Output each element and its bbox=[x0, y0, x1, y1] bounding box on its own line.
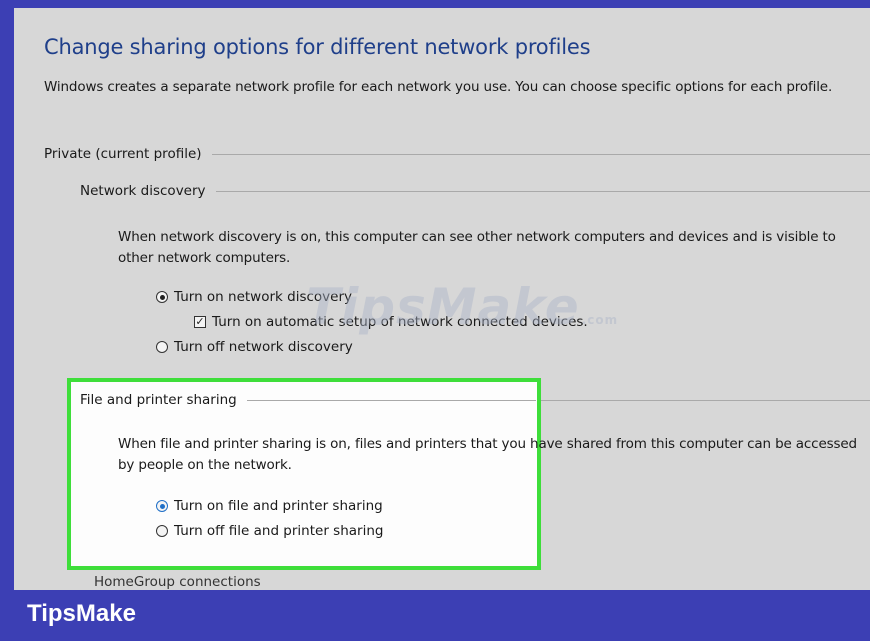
radio-unselected-icon bbox=[156, 525, 168, 537]
turn-off-network-discovery-radio[interactable]: Turn off network discovery bbox=[156, 337, 353, 357]
turn-on-network-discovery-radio[interactable]: Turn on network discovery bbox=[156, 287, 352, 307]
file-printer-sharing-label: File and printer sharing bbox=[80, 392, 237, 408]
radio-label: Turn on file and printer sharing bbox=[174, 498, 383, 514]
sharing-settings-panel: Change sharing options for different net… bbox=[14, 8, 870, 590]
checkbox-checked-icon: ✓ bbox=[194, 315, 206, 328]
homegroup-section-label: HomeGroup connections bbox=[94, 574, 261, 590]
radio-selected-icon bbox=[156, 291, 168, 303]
file-sharing-rule-continuation bbox=[541, 390, 870, 410]
file-printer-sharing-description: When file and printer sharing is on, fil… bbox=[118, 436, 857, 473]
turn-on-file-printer-sharing-radio[interactable]: Turn on file and printer sharing bbox=[156, 496, 383, 516]
checkbox-label: Turn on automatic setup of network conne… bbox=[212, 314, 588, 330]
radio-unselected-icon bbox=[156, 341, 168, 353]
radio-selected-icon bbox=[156, 500, 168, 512]
radio-label: Turn off file and printer sharing bbox=[174, 523, 384, 539]
network-discovery-description: When network discovery is on, this compu… bbox=[118, 229, 836, 266]
turn-off-file-printer-sharing-radio[interactable]: Turn off file and printer sharing bbox=[156, 521, 383, 541]
page-description: Windows creates a separate network profi… bbox=[44, 79, 833, 95]
radio-label: Turn off network discovery bbox=[174, 339, 353, 355]
page-title: Change sharing options for different net… bbox=[44, 35, 591, 59]
auto-setup-checkbox[interactable]: ✓ Turn on automatic setup of network con… bbox=[194, 312, 588, 332]
network-discovery-label: Network discovery bbox=[80, 183, 206, 199]
radio-label: Turn on network discovery bbox=[174, 289, 353, 305]
file-printer-sharing-header: File and printer sharing bbox=[80, 390, 536, 410]
divider bbox=[215, 190, 870, 192]
divider bbox=[541, 399, 870, 401]
footer-banner: TipsMake bbox=[0, 590, 870, 641]
brand-logo: TipsMake bbox=[27, 600, 136, 627]
divider bbox=[246, 399, 536, 401]
private-profile-header[interactable]: Private (current profile) bbox=[44, 144, 870, 164]
private-profile-label: Private (current profile) bbox=[44, 146, 202, 162]
network-discovery-header: Network discovery bbox=[80, 181, 870, 201]
divider bbox=[211, 153, 870, 155]
